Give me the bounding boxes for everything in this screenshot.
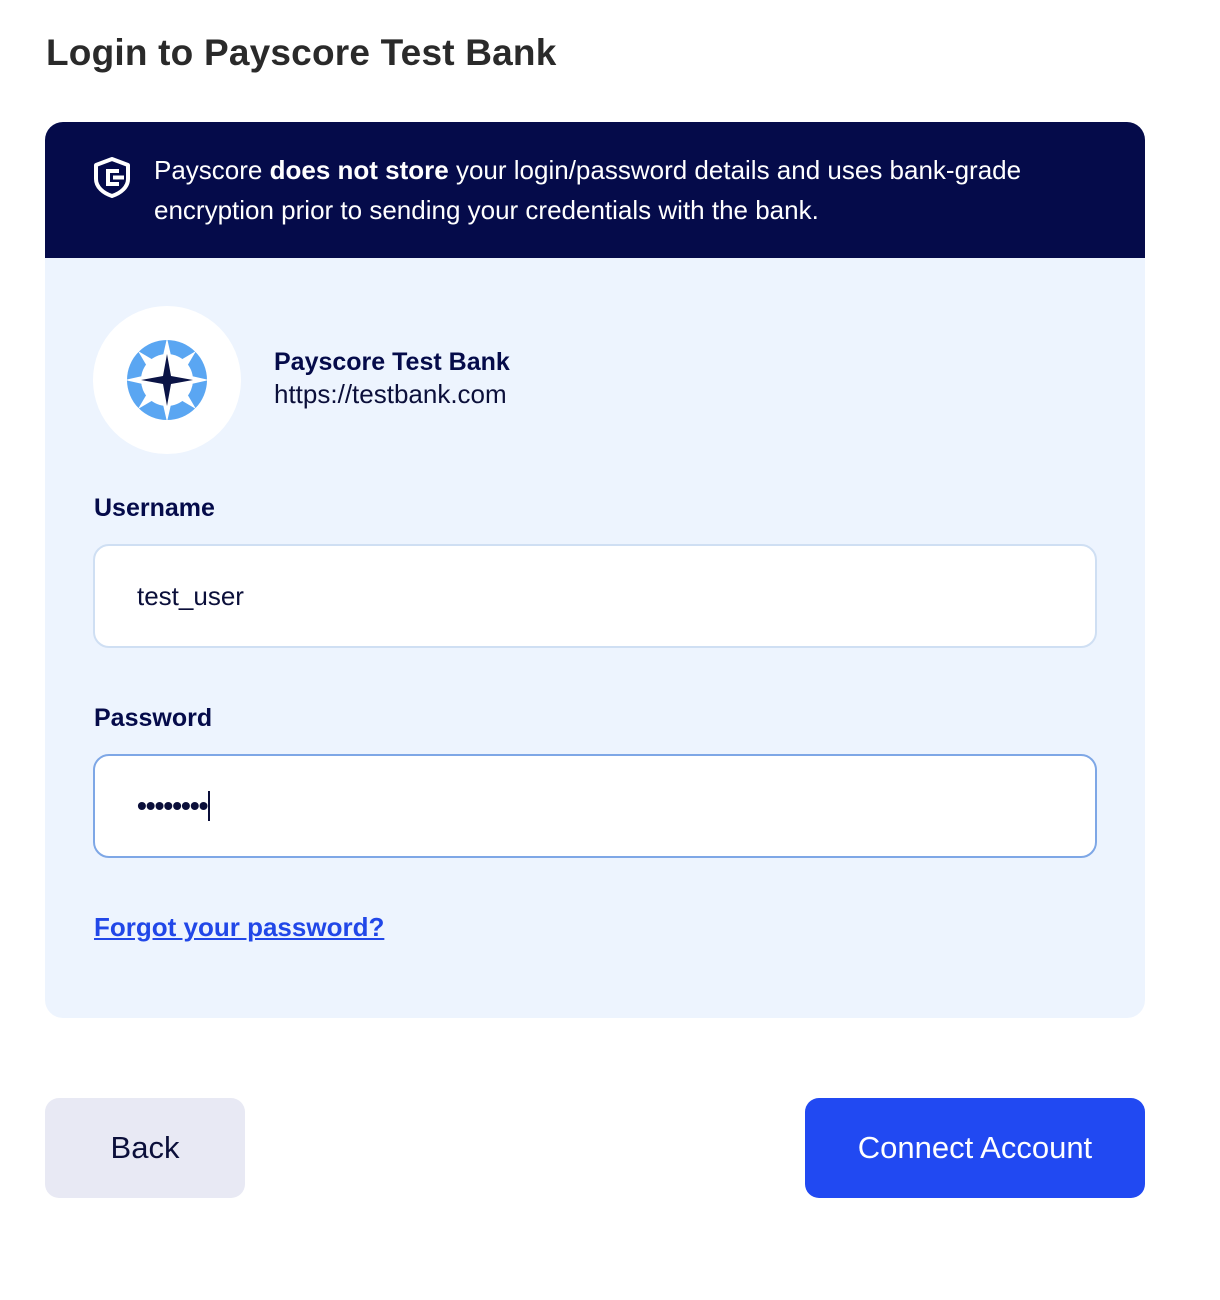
- login-card: Payscore does not store your login/passw…: [45, 122, 1145, 1018]
- password-input[interactable]: ••••••••: [93, 754, 1097, 858]
- text-caret: [208, 791, 211, 822]
- security-notice: Payscore does not store your login/passw…: [45, 122, 1145, 258]
- notice-text-prefix: Payscore: [154, 155, 270, 185]
- payscore-shield-icon: [94, 157, 130, 198]
- bank-name: Payscore Test Bank: [274, 348, 510, 376]
- password-value: ••••••••: [137, 790, 208, 821]
- notice-text-emphasis: does not store: [269, 155, 449, 185]
- password-label: Password: [94, 704, 213, 732]
- bank-info: Payscore Test Bank https://testbank.com: [274, 346, 510, 410]
- username-input[interactable]: test_user: [93, 544, 1097, 648]
- username-value: test_user: [137, 581, 244, 611]
- forgot-password-link[interactable]: Forgot your password?: [94, 912, 384, 943]
- username-label: Username: [94, 494, 215, 522]
- back-button[interactable]: Back: [45, 1098, 245, 1198]
- connect-account-button[interactable]: Connect Account: [805, 1098, 1145, 1198]
- bank-url: https://testbank.com: [274, 379, 507, 409]
- password-value-wrap: ••••••••: [137, 756, 211, 856]
- compass-star-icon: [125, 338, 209, 422]
- bank-logo: [93, 306, 241, 454]
- page-title: Login to Payscore Test Bank: [46, 32, 557, 73]
- security-notice-text: Payscore does not store your login/passw…: [154, 150, 1094, 230]
